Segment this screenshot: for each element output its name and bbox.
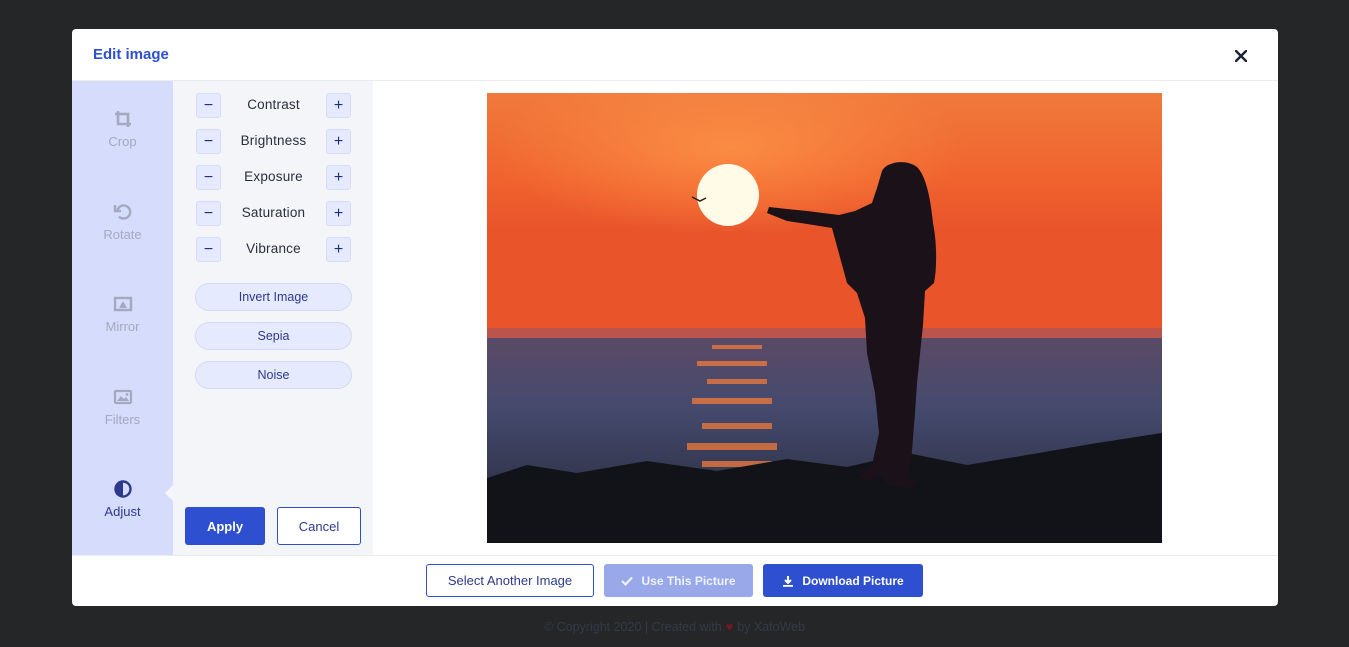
crop-icon [113, 109, 133, 129]
adjust-label: Vibrance [246, 241, 301, 256]
image-icon [113, 387, 133, 407]
sidebar-item-crop[interactable]: Crop [72, 82, 173, 175]
use-this-picture-label: Use This Picture [641, 573, 736, 588]
download-icon [782, 575, 794, 587]
image-canvas [373, 81, 1278, 555]
sidebar-item-label: Filters [104, 411, 141, 427]
sidebar-item-label: Mirror [105, 318, 140, 334]
adjust-row-exposure: − Exposure + [196, 165, 351, 190]
download-picture-button[interactable]: Download Picture [763, 564, 923, 597]
vibrance-decrease-button[interactable]: − [196, 237, 221, 262]
adjust-label: Saturation [241, 205, 306, 220]
modal-title: Edit image [93, 46, 169, 63]
copyright-footer: © Copyright 2020 | Created with ♥ by XatoW… [0, 620, 1349, 634]
heart-icon: ♥ [725, 620, 734, 634]
close-icon [1235, 50, 1247, 62]
noise-button[interactable]: Noise [195, 361, 352, 389]
select-another-image-button[interactable]: Select Another Image [426, 564, 594, 597]
select-another-image-label: Select Another Image [447, 573, 573, 588]
rotate-icon [113, 202, 133, 222]
editor-body: Crop Rotate Mirror Filters Adjust − Cont… [72, 81, 1278, 555]
sidebar-item-rotate[interactable]: Rotate [72, 175, 173, 268]
sepia-button[interactable]: Sepia [195, 322, 352, 350]
contrast-icon [113, 479, 133, 499]
adjust-row-brightness: − Brightness + [196, 129, 351, 154]
adjust-row-vibrance: − Vibrance + [196, 237, 351, 262]
adjust-row-saturation: − Saturation + [196, 201, 351, 226]
adjust-label: Brightness [240, 133, 307, 148]
adjust-panel: − Contrast + − Brightness + − Exposure +… [173, 81, 373, 555]
modal-header: Edit image [72, 29, 1278, 81]
exposure-increase-button[interactable]: + [326, 165, 351, 190]
brightness-decrease-button[interactable]: − [196, 129, 221, 154]
invert-image-button[interactable]: Invert Image [195, 283, 352, 311]
adjust-row-contrast: − Contrast + [196, 93, 351, 118]
contrast-decrease-button[interactable]: − [196, 93, 221, 118]
modal-footer: Select Another Image Use This Picture Do… [72, 555, 1278, 606]
copyright-suffix: by XatoWeb [737, 620, 806, 634]
brightness-increase-button[interactable]: + [326, 129, 351, 154]
vibrance-increase-button[interactable]: + [326, 237, 351, 262]
sidebar-item-label: Rotate [103, 226, 142, 242]
apply-button[interactable]: Apply [185, 507, 265, 545]
tool-sidebar: Crop Rotate Mirror Filters Adjust [72, 81, 173, 555]
mirror-icon [113, 294, 133, 314]
sidebar-item-filters[interactable]: Filters [72, 360, 173, 453]
sidebar-item-adjust[interactable]: Adjust [72, 452, 173, 545]
saturation-decrease-button[interactable]: − [196, 201, 221, 226]
active-caret [165, 485, 173, 501]
contrast-increase-button[interactable]: + [326, 93, 351, 118]
preview-image[interactable] [487, 93, 1162, 543]
close-button[interactable] [1230, 45, 1252, 67]
exposure-decrease-button[interactable]: − [196, 165, 221, 190]
adjust-label: Contrast [247, 97, 300, 112]
edit-image-modal: Edit image Crop Rotate Mirror Filters Ad… [72, 29, 1278, 606]
saturation-increase-button[interactable]: + [326, 201, 351, 226]
adjust-label: Exposure [244, 169, 303, 184]
use-this-picture-button[interactable]: Use This Picture [604, 564, 753, 597]
cancel-button[interactable]: Cancel [277, 507, 361, 545]
check-icon [621, 576, 634, 586]
sidebar-item-mirror[interactable]: Mirror [72, 267, 173, 360]
copyright-prefix: © Copyright 2020 | Created with [543, 620, 722, 634]
download-picture-label: Download Picture [802, 573, 904, 588]
sidebar-item-label: Adjust [104, 503, 141, 519]
sidebar-item-label: Crop [108, 133, 137, 149]
